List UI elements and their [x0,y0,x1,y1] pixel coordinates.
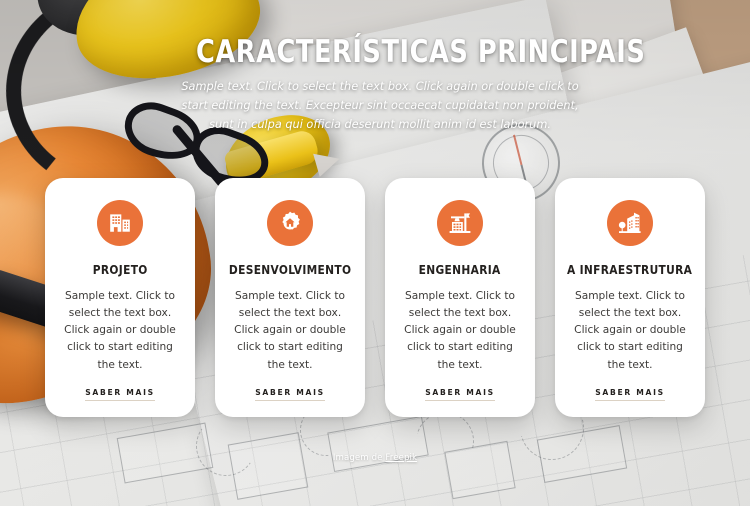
hero-subtitle: Sample text. Click to select the text bo… [181,80,579,132]
page-content: CARACTERÍSTICAS PRINCIPAIS Sample text. … [0,0,750,506]
image-credit: Imagem de Freepik [0,453,750,463]
feature-card-body: Sample text. Click to select the text bo… [234,290,346,371]
saber-mais-link[interactable]: SABER MAIS [255,374,325,401]
feature-card-title: ENGENHARIA [419,262,501,277]
feature-card-body: Sample text. Click to select the text bo… [64,290,176,371]
saber-mais-link[interactable]: SABER MAIS [85,374,155,401]
saber-mais-link[interactable]: SABER MAIS [425,374,495,401]
page-root: CARACTERÍSTICAS PRINCIPAIS Sample text. … [0,0,750,506]
feature-card[interactable]: PROJETO Sample text. Click to select the… [45,178,195,417]
freepik-link[interactable]: Freepik [385,453,417,463]
feature-card-title: PROJETO [92,262,148,277]
office-buildings-icon [97,200,143,246]
hero-section: CARACTERÍSTICAS PRINCIPAIS Sample text. … [180,34,646,135]
saber-mais-link[interactable]: SABER MAIS [595,374,665,401]
saber-mais-label: SABER MAIS [595,388,665,401]
gear-house-icon [267,200,313,246]
construction-crane-icon [437,200,483,246]
feature-card-body: Sample text. Click to select the text bo… [404,290,516,371]
image-credit-prefix: Imagem de [332,453,386,463]
saber-mais-label: SABER MAIS [85,388,155,401]
feature-card-title: DESENVOLVIMENTO [228,262,352,277]
saber-mais-label: SABER MAIS [255,388,325,401]
feature-card[interactable]: DESENVOLVIMENTO Sample text. Click to se… [215,178,365,417]
skyscraper-tree-icon [607,200,653,246]
feature-card-body: Sample text. Click to select the text bo… [574,290,686,371]
saber-mais-label: SABER MAIS [425,388,495,401]
feature-card-title: A INFRAESTRUTURA [567,262,693,277]
feature-card[interactable]: A INFRAESTRUTURA Sample text. Click to s… [555,178,705,417]
feature-card-list: PROJETO Sample text. Click to select the… [45,178,705,417]
feature-card[interactable]: ENGENHARIA Sample text. Click to select … [385,178,535,417]
page-title: CARACTERÍSTICAS PRINCIPAIS [196,34,646,70]
